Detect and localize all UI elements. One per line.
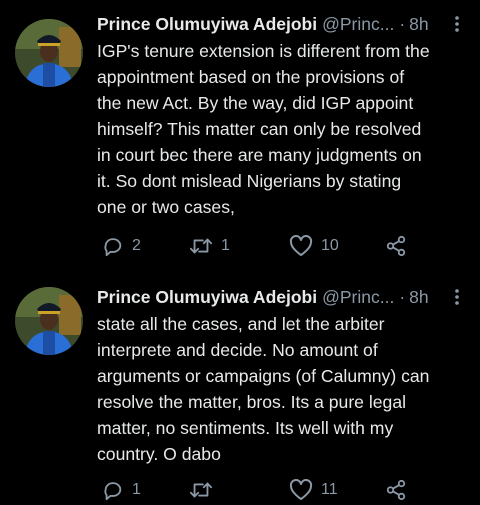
avatar[interactable] [15, 19, 83, 87]
reply-icon [102, 479, 124, 501]
retweet-icon [189, 479, 213, 501]
profile-photo [15, 287, 83, 355]
timestamp[interactable]: 8h [409, 287, 428, 308]
author-handle[interactable]: @Princ... [322, 287, 394, 308]
reply-count: 2 [132, 237, 141, 254]
retweet-icon [189, 235, 213, 257]
tweet-text: state all the cases, and let the arbiter… [97, 314, 430, 464]
heart-icon [289, 479, 313, 501]
action-bar: 1 11 [97, 475, 427, 505]
share-button[interactable] [385, 231, 407, 261]
reply-icon [102, 235, 124, 257]
tweet-text: IGP's tenure extension is different from… [97, 41, 430, 217]
separator-dot: · [399, 13, 406, 34]
share-button[interactable] [385, 475, 407, 505]
author-handle[interactable]: @Princ... [322, 14, 394, 35]
tweet-header: Prince Olumuyiwa Adejobi @Princ... · 8h [97, 12, 462, 36]
reply-button[interactable]: 2 [102, 231, 141, 261]
like-button[interactable]: 11 [289, 475, 338, 505]
more-vertical-icon[interactable] [452, 288, 462, 306]
more-vertical-icon[interactable] [452, 15, 462, 33]
reply-count: 1 [132, 481, 141, 498]
retweet-count: 1 [221, 237, 230, 254]
action-bar: 2 1 10 [97, 231, 427, 261]
tweet-header: Prince Olumuyiwa Adejobi @Princ... · 8h [97, 285, 462, 309]
share-icon [385, 235, 407, 257]
like-count: 11 [321, 481, 338, 498]
separator-dot: · [399, 286, 406, 307]
reply-button[interactable]: 1 [102, 475, 141, 505]
author-name[interactable]: Prince Olumuyiwa Adejobi [97, 287, 317, 308]
retweet-button[interactable]: 1 [189, 231, 230, 261]
heart-icon [289, 235, 313, 257]
author-name[interactable]: Prince Olumuyiwa Adejobi [97, 14, 317, 35]
avatar[interactable] [15, 287, 83, 355]
share-icon [385, 479, 407, 501]
tweet[interactable]: Prince Olumuyiwa Adejobi @Princ... · 8h … [0, 285, 480, 501]
tweet[interactable]: Prince Olumuyiwa Adejobi @Princ... · 8h … [0, 0, 480, 285]
profile-photo [15, 19, 83, 87]
like-count: 10 [321, 237, 339, 254]
timestamp[interactable]: 8h [409, 14, 428, 35]
retweet-button[interactable] [189, 475, 221, 505]
like-button[interactable]: 10 [289, 231, 339, 261]
